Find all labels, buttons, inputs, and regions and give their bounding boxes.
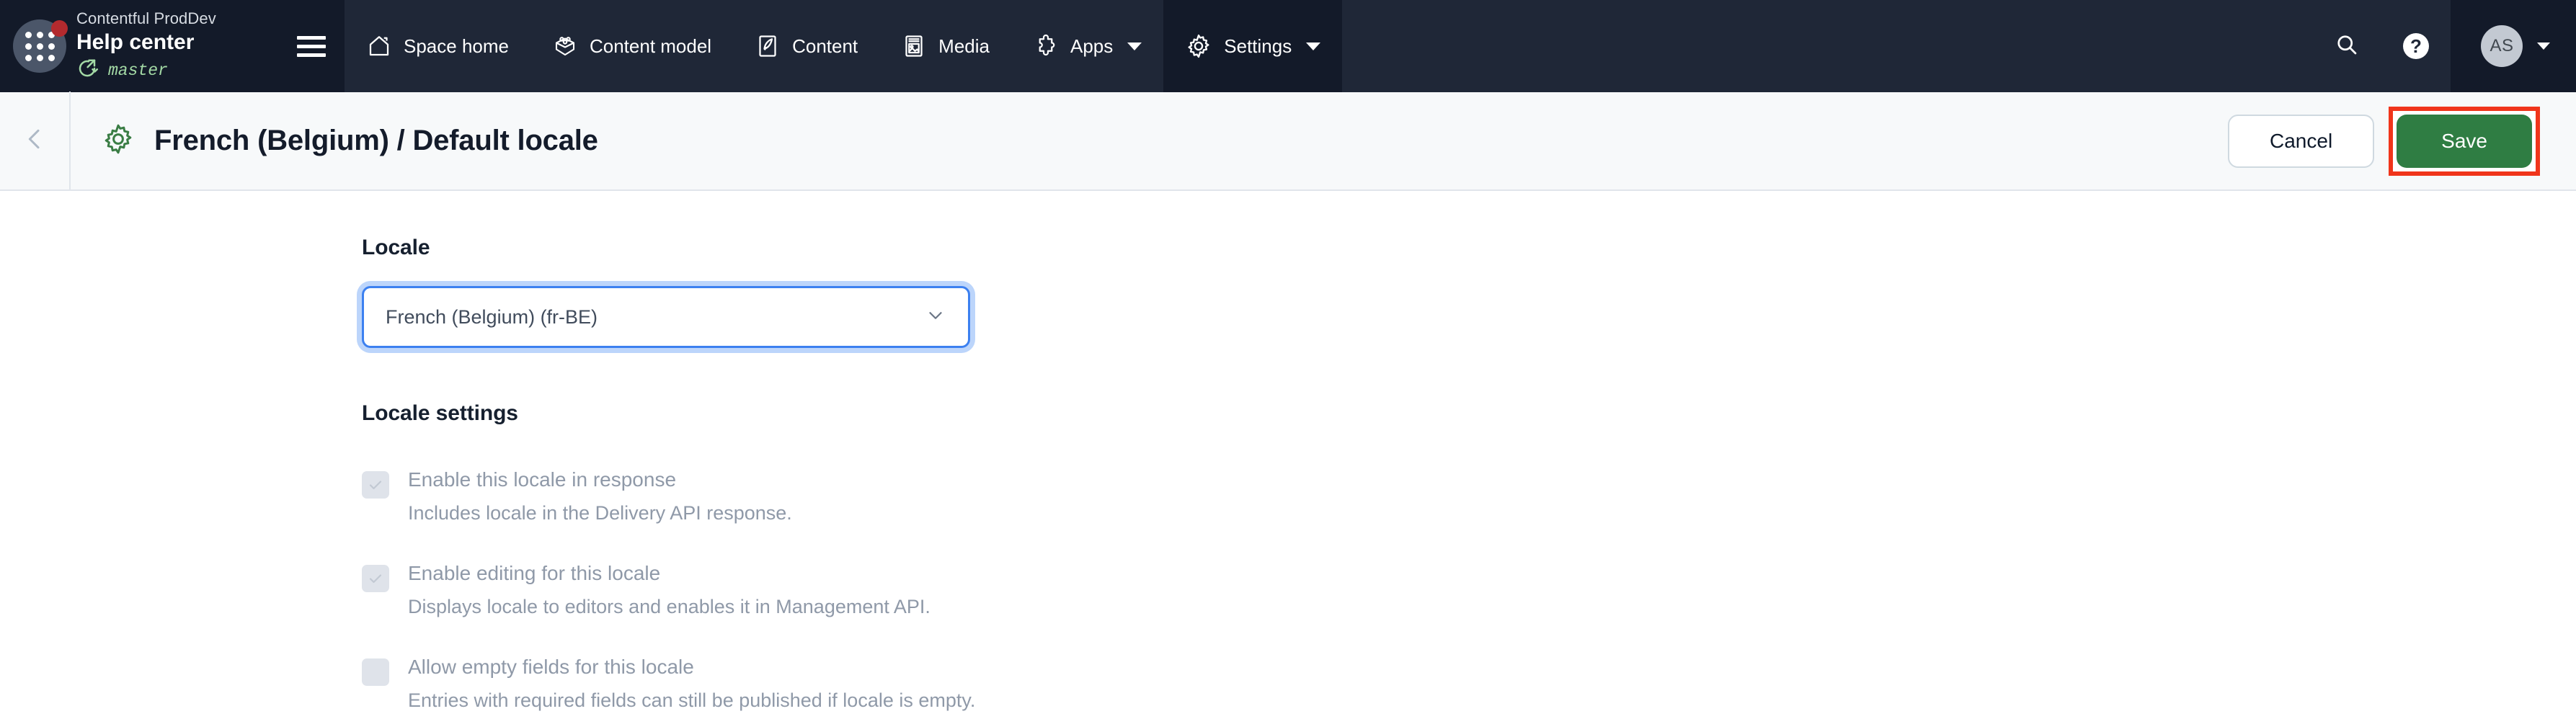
- chevron-down-icon: [2537, 43, 2550, 50]
- nav-item-label: Content: [792, 35, 858, 57]
- back-button[interactable]: [0, 91, 69, 190]
- space-selector-block[interactable]: Contentful ProdDev Help center master: [0, 0, 345, 92]
- locale-settings-title: Locale settings: [362, 401, 518, 425]
- page-header: French (Belgium) / Default locale Cancel…: [0, 91, 2576, 191]
- nav-item-content-model[interactable]: Content model: [530, 0, 733, 92]
- space-meta: Contentful ProdDev Help center master: [76, 9, 297, 83]
- main-content: Locale French (Belgium) (fr-BE) Locale s…: [0, 191, 2576, 713]
- cancel-button[interactable]: Cancel: [2228, 114, 2375, 168]
- checkbox-text: Enable this locale in response Includes …: [408, 468, 792, 525]
- search-icon: [2334, 32, 2360, 61]
- nav-item-label: Space home: [404, 35, 509, 57]
- gear-icon: [1185, 32, 1212, 60]
- nav-right-actions: ? AS: [2312, 0, 2576, 92]
- notification-dot: [51, 20, 68, 37]
- chevron-down-icon: [925, 305, 946, 330]
- checkbox-allow-empty-fields[interactable]: [362, 658, 389, 686]
- account-menu[interactable]: AS: [2451, 0, 2576, 92]
- avatar: AS: [2481, 25, 2523, 67]
- organization-name: Contentful ProdDev: [76, 9, 216, 27]
- checkbox-help: Entries with required fields can still b…: [408, 689, 976, 711]
- checkbox-row-allow-empty-fields[interactable]: Allow empty fields for this locale Entri…: [362, 655, 2576, 713]
- app-launcher-button[interactable]: [13, 19, 68, 73]
- checkbox-enable-in-response[interactable]: [362, 471, 389, 499]
- checkbox-label: Allow empty fields for this locale: [408, 656, 694, 678]
- nav-item-label: Content model: [589, 35, 712, 57]
- media-image-icon: [901, 33, 927, 59]
- top-navigation-bar: Contentful ProdDev Help center master Sp…: [0, 0, 2576, 92]
- nav-item-apps[interactable]: Apps: [1011, 0, 1163, 92]
- search-button[interactable]: [2312, 0, 2381, 92]
- locale-select[interactable]: French (Belgium) (fr-BE): [362, 286, 970, 348]
- checkbox-help: Includes locale in the Delivery API resp…: [408, 502, 792, 524]
- nav-item-content[interactable]: Content: [733, 0, 879, 92]
- checkbox-text: Allow empty fields for this locale Entri…: [408, 655, 975, 713]
- checkbox-label: Enable this locale in response: [408, 468, 677, 491]
- checkbox-help: Displays locale to editors and enables i…: [408, 596, 931, 617]
- help-question-icon: ?: [2403, 33, 2429, 59]
- release-arrow-icon: [76, 58, 98, 83]
- page-header-actions: Cancel Save: [2228, 106, 2576, 176]
- page-title-block: French (Belgium) / Default locale: [71, 122, 598, 160]
- locale-select-value: French (Belgium) (fr-BE): [386, 305, 598, 328]
- checkbox-row-enable-in-response[interactable]: Enable this locale in response Includes …: [362, 468, 2576, 525]
- checkbox-row-enable-editing[interactable]: Enable editing for this locale Displays …: [362, 561, 2576, 619]
- checkbox-label: Enable editing for this locale: [408, 562, 661, 584]
- space-name: Help center: [76, 30, 195, 54]
- gear-icon: [101, 122, 136, 160]
- puzzle-piece-icon: [1033, 33, 1059, 59]
- nav-item-label: Media: [938, 35, 990, 57]
- checkbox-text: Enable editing for this locale Displays …: [408, 561, 931, 619]
- nav-item-label: Apps: [1070, 35, 1114, 57]
- locale-section-title: Locale: [362, 236, 430, 259]
- home-icon: [366, 33, 392, 59]
- content-model-blocks-icon: [552, 33, 578, 59]
- page-title: French (Belgium) / Default locale: [154, 125, 598, 156]
- hamburger-menu-icon[interactable]: [297, 35, 326, 57]
- nav-item-settings[interactable]: Settings: [1163, 0, 1343, 92]
- chevron-down-icon: [1306, 42, 1321, 50]
- checkbox-enable-editing[interactable]: [362, 565, 389, 592]
- help-button[interactable]: ?: [2381, 0, 2451, 92]
- nav-item-label: Settings: [1224, 35, 1292, 57]
- nav-item-media[interactable]: Media: [879, 0, 1011, 92]
- branch-name: master: [108, 61, 168, 80]
- chevron-down-icon: [1127, 42, 1142, 50]
- content-pencil-icon: [755, 33, 781, 59]
- save-button[interactable]: Save: [2397, 114, 2532, 168]
- save-button-highlight: Save: [2389, 106, 2540, 176]
- chevron-left-icon: [20, 125, 49, 157]
- nav-item-space-home[interactable]: Space home: [345, 0, 530, 92]
- app-grid-icon: [25, 31, 55, 61]
- branch-row: master: [76, 58, 297, 83]
- nav-items: Space home Content model Content Media A…: [345, 0, 2576, 92]
